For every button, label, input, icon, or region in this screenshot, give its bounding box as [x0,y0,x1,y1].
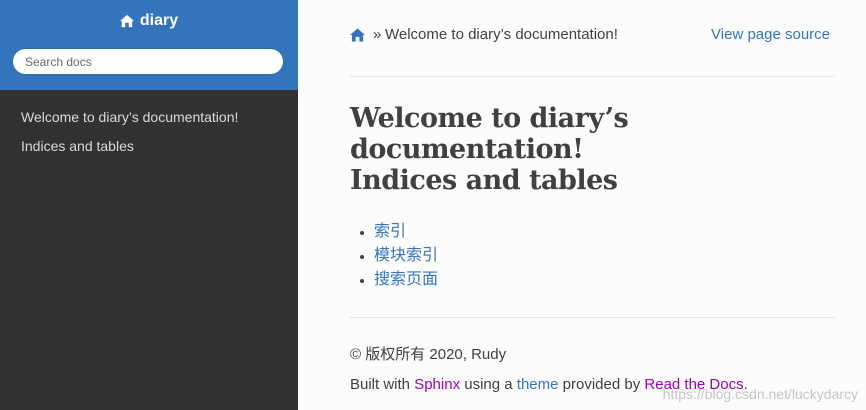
sidebar-item-indices[interactable]: Indices and tables [0,133,298,162]
divider [350,76,835,77]
sidebar-header: diary [0,0,298,90]
breadcrumb-current: Welcome to diary’s documentation! [385,26,618,43]
breadcrumb: » Welcome to diary’s documentation! View… [350,26,835,48]
modindex-link[interactable]: 模块索引 [374,247,438,264]
built-with-prefix: Built with [350,376,415,393]
main-content: » Welcome to diary’s documentation! View… [350,0,835,410]
footer-divider [350,317,835,318]
home-icon[interactable] [350,28,365,42]
watermark: https://blog.csdn.net/luckydarcy [662,386,858,402]
section-title: Indices and tables [350,165,618,196]
list-item: 搜索页面 [358,269,438,293]
page-title: Welcome to diary’s documentation! [350,103,629,165]
theme-link[interactable]: theme [517,376,559,393]
search-page-link[interactable]: 搜索页面 [374,271,438,288]
list-item: 索引 [358,221,438,245]
provided-by-text: provided by [558,376,645,393]
search-input[interactable] [12,48,284,75]
breadcrumb-separator: » [373,26,382,43]
brand-link[interactable]: diary [0,12,298,30]
copyright-text: © 版权所有 2020, Rudy [350,346,507,363]
sidebar-nav: Welcome to diary’s documentation! Indice… [0,104,298,162]
list-item: 模块索引 [358,245,438,269]
using-a-text: using a [460,376,517,393]
view-page-source-link[interactable]: View page source [711,26,830,43]
home-icon [119,14,134,28]
genindex-link[interactable]: 索引 [374,223,406,240]
sidebar: diary Welcome to diary’s documentation! … [0,0,298,410]
brand-name: diary [139,12,179,29]
index-link-list: 索引 模块索引 搜索页面 [358,221,438,293]
sidebar-item-welcome[interactable]: Welcome to diary’s documentation! [0,104,298,133]
sphinx-link[interactable]: Sphinx [414,376,460,393]
